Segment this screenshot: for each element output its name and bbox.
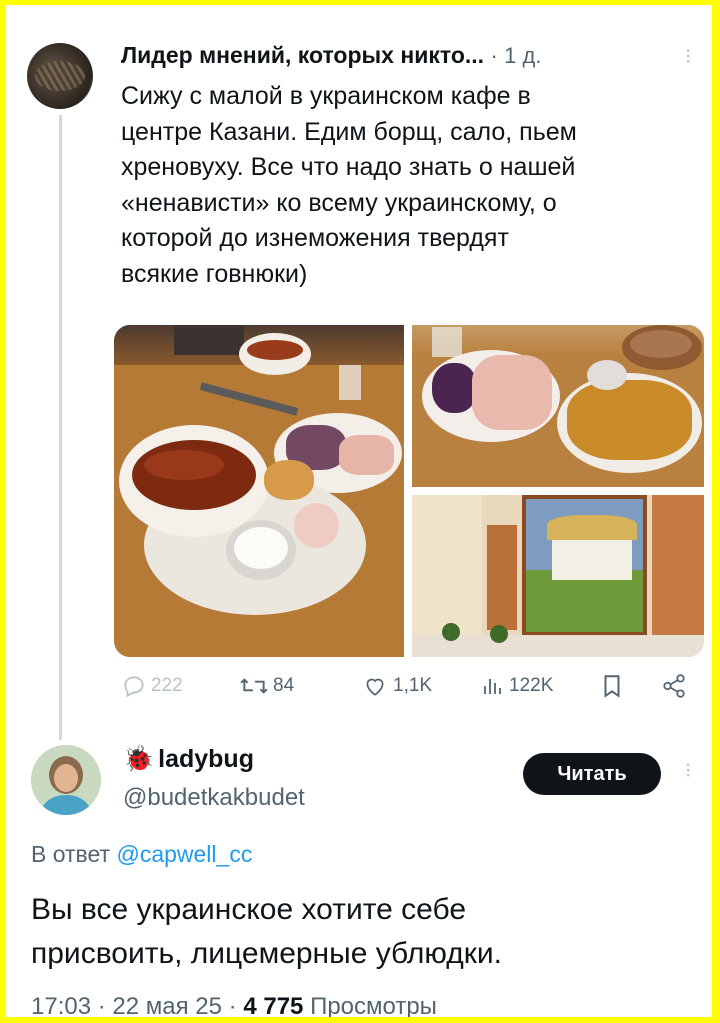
share-button[interactable] (661, 673, 687, 699)
reply-icon (124, 676, 144, 698)
reply-author-name[interactable]: 🐞 ladybug (123, 745, 254, 774)
tweet-card: Лидер мнений, которых никто... · 1 д. ··… (6, 5, 712, 1017)
reply-button[interactable]: 222 (121, 673, 183, 699)
thread-line (59, 115, 62, 740)
photo-interior[interactable] (412, 495, 704, 657)
reply-views-count: 4 775 (243, 993, 304, 1017)
reply-display-name: ladybug (158, 745, 254, 773)
retweet-button[interactable]: 84 (239, 673, 294, 699)
reply-author-handle[interactable]: @budetkakbudet (123, 784, 305, 812)
retweet-count: 84 (273, 675, 295, 696)
photo-borscht[interactable] (114, 325, 404, 657)
photo-salo-draniki[interactable] (412, 325, 704, 487)
reply-to-mention[interactable]: @capwell_cc (116, 841, 252, 867)
tweet-text: Сижу с малой в украинском кафе в центре … (121, 82, 577, 288)
reply-to-line: В ответ @capwell_cc (31, 841, 252, 868)
reply-meta: 17:03 · 22 мая 25 · 4 775 Просмотры (31, 993, 437, 1017)
reply-views-label: Просмотры (310, 993, 437, 1017)
author-name[interactable]: Лидер мнений, которых никто... (121, 42, 484, 68)
bookmark-icon (604, 675, 620, 698)
more-options-icon[interactable]: ··· (677, 761, 702, 777)
reply-to-prefix: В ответ (31, 841, 111, 867)
like-count: 1,1K (393, 675, 433, 696)
reply-text: Вы все украинское хотите себе присвоить,… (31, 893, 502, 970)
ladybug-icon: 🐞 (123, 745, 155, 773)
avatar-image (35, 61, 85, 91)
more-options-icon[interactable]: ··· (677, 47, 702, 63)
tweet-header: Лидер мнений, которых никто... · 1 д. (121, 42, 541, 69)
media-grid (114, 325, 704, 657)
author-avatar[interactable] (27, 43, 93, 109)
retweet-icon (240, 678, 268, 694)
separator-dot: · (490, 43, 498, 68)
tweet-actions: 222 84 1,1K 122K (121, 673, 696, 707)
follow-button[interactable]: Читать (523, 753, 661, 795)
reply-time[interactable]: 17:03 (31, 993, 91, 1017)
share-icon (663, 674, 685, 698)
avatar-image (31, 745, 101, 815)
bookmark-button[interactable] (601, 673, 623, 699)
reply-author-avatar[interactable] (31, 745, 101, 815)
reply-count: 222 (151, 675, 183, 696)
heart-icon (366, 678, 384, 696)
like-button[interactable]: 1,1K (361, 673, 432, 699)
tweet-time[interactable]: 1 д. (504, 43, 541, 68)
reply-date[interactable]: 22 мая 25 (112, 993, 222, 1017)
views-count: 122K (509, 675, 554, 696)
views-chart-icon (484, 679, 501, 694)
views-button[interactable]: 122K (481, 673, 553, 699)
